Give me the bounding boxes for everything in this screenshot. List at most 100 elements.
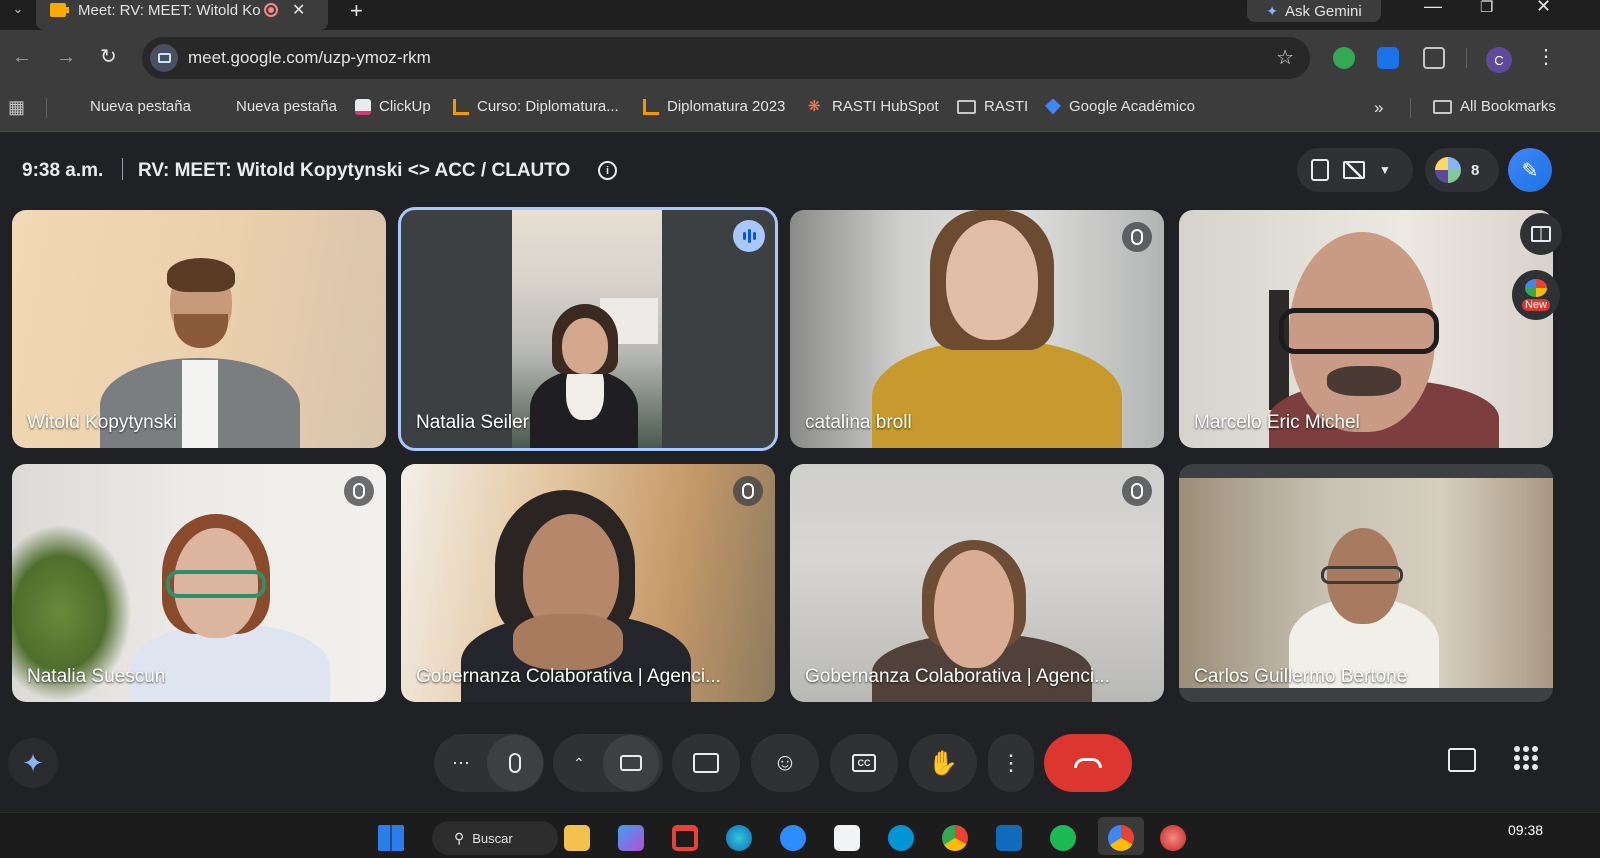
- meeting-info-icon[interactable]: i: [598, 161, 617, 180]
- window-close-icon[interactable]: ✕: [1536, 0, 1551, 17]
- calendar-app-icon[interactable]: [834, 825, 860, 851]
- bookmark-label: ClickUp: [379, 98, 431, 115]
- more-bookmarks-chevron-icon[interactable]: »: [1374, 98, 1383, 118]
- audio-control-group: ⋯: [434, 734, 544, 792]
- participant-tile[interactable]: Witold Kopytynski: [12, 210, 386, 448]
- participant-tile-speaking[interactable]: Natalia Seiler: [398, 207, 778, 451]
- emoji-smile-icon: ☺: [772, 749, 798, 776]
- participant-tile[interactable]: Natalia Suescun: [12, 464, 386, 702]
- site-info-icon[interactable]: [150, 44, 178, 72]
- tab-meet[interactable]: Meet: RV: MEET: Witold Kop ✕: [36, 0, 328, 30]
- video-figure: [513, 614, 623, 670]
- camera-button[interactable]: [602, 735, 659, 791]
- new-feature-button[interactable]: New: [1512, 270, 1560, 320]
- all-bookmarks-button[interactable]: All Bookmarks: [1433, 98, 1556, 115]
- activities-grid-icon[interactable]: [1514, 746, 1538, 770]
- hp-icon[interactable]: [888, 825, 914, 851]
- minimize-icon[interactable]: —: [1424, 0, 1442, 17]
- file-explorer-icon[interactable]: [564, 825, 590, 851]
- more-options-button[interactable]: ⋮: [988, 734, 1034, 792]
- participant-tile[interactable]: Gobernanza Colaborativa | Agenci...: [790, 464, 1164, 702]
- participant-tile[interactable]: Carlos Guillermo Bertone: [1179, 464, 1553, 702]
- outlook-icon[interactable]: [996, 825, 1022, 851]
- reactions-button[interactable]: ☺: [751, 734, 819, 792]
- tab-strip: ⌄ Meet: RV: MEET: Witold Kop ✕ + ✦ Ask G…: [0, 0, 1600, 30]
- bookmark-item[interactable]: Nueva pestaña: [212, 98, 337, 115]
- video-options-chevron-icon[interactable]: ⌃: [573, 755, 585, 772]
- bookmark-item[interactable]: ClickUp: [355, 98, 431, 115]
- present-screen-button[interactable]: [672, 734, 740, 792]
- url-text[interactable]: meet.google.com/uzp-ymoz-rkm: [188, 48, 431, 68]
- participant-tile[interactable]: catalina broll: [790, 210, 1164, 448]
- chat-extension-icon[interactable]: [1333, 47, 1355, 69]
- mic-off-icon: [1122, 476, 1152, 506]
- phone-extension-icon[interactable]: [1377, 47, 1399, 69]
- forward-arrow-icon[interactable]: →: [56, 46, 76, 68]
- restore-icon[interactable]: ❐: [1480, 0, 1493, 16]
- side-panel-button[interactable]: [1520, 213, 1562, 255]
- mic-off-icon: [344, 476, 374, 506]
- profile-avatar[interactable]: C: [1486, 47, 1512, 73]
- meet-ai-pen-button[interactable]: ✎: [1508, 148, 1552, 192]
- participant-tile[interactable]: Gobernanza Colaborativa | Agenci...: [401, 464, 775, 702]
- bookmarks-bar: ▦ Nueva pestaña Nueva pestaña ClickUp Cu…: [0, 86, 1600, 132]
- copilot-icon[interactable]: [618, 825, 644, 851]
- video-figure: [1327, 366, 1401, 396]
- captions-button[interactable]: CC: [830, 734, 898, 792]
- participant-name: Gobernanza Colaborativa | Agenci...: [805, 666, 1110, 687]
- zoom-icon[interactable]: [780, 825, 806, 851]
- taskbar-search[interactable]: ⚲ Buscar: [432, 821, 558, 855]
- participant-tile[interactable]: Marcelo Eric Michel: [1179, 210, 1553, 448]
- gemini-sparkle-icon: ✦: [22, 747, 44, 778]
- mic-off-icon: [733, 476, 763, 506]
- participant-count: 8: [1471, 161, 1480, 179]
- dropdown-caret-icon[interactable]: ▼: [1379, 163, 1391, 177]
- participant-name: Carlos Guillermo Bertone: [1194, 666, 1408, 687]
- reload-icon[interactable]: ↻: [100, 46, 117, 68]
- more-audio-options-icon[interactable]: ⋯: [452, 753, 471, 774]
- ask-gemini-button[interactable]: ✦ Ask Gemini: [1247, 0, 1381, 22]
- tab-close-icon[interactable]: ✕: [292, 0, 305, 20]
- chrome-icon[interactable]: [942, 825, 968, 851]
- video-figure: [1321, 566, 1403, 584]
- microphone-button[interactable]: [487, 735, 543, 791]
- raise-hand-button[interactable]: ✋: [909, 734, 977, 792]
- more-vertical-icon: ⋮: [1000, 750, 1022, 775]
- bookmark-item[interactable]: Curso: Diplomatura...: [453, 98, 619, 115]
- spotify-icon[interactable]: [1050, 825, 1076, 851]
- people-pill[interactable]: 8: [1425, 148, 1499, 192]
- windows-start-icon[interactable]: [378, 825, 404, 851]
- bookmark-item[interactable]: ❋ RASTI HubSpot: [808, 98, 939, 115]
- video-figure: [934, 550, 1014, 668]
- video-figure: [167, 258, 235, 292]
- bookmark-divider: [46, 98, 47, 118]
- bookmark-item[interactable]: Google Académico: [1045, 98, 1195, 115]
- video-figure: [1279, 308, 1439, 354]
- bookmark-star-icon[interactable]: ☆: [1276, 45, 1294, 70]
- leave-call-button[interactable]: [1044, 734, 1132, 792]
- chat-icon[interactable]: [1448, 748, 1476, 772]
- chrome-menu-icon[interactable]: ⋮: [1536, 46, 1556, 68]
- chrome-profile-icon[interactable]: [1108, 825, 1134, 851]
- notes-icon[interactable]: [1311, 159, 1329, 181]
- gemini-button[interactable]: ✦: [8, 738, 58, 788]
- host-controls-pill[interactable]: ▼: [1297, 148, 1413, 192]
- bookmark-item[interactable]: RASTI: [957, 98, 1028, 115]
- folder-icon: [957, 99, 976, 114]
- video-feed: [1179, 478, 1553, 688]
- participant-name: Gobernanza Colaborativa | Agenci...: [416, 666, 721, 687]
- bookmark-label: RASTI: [984, 98, 1029, 115]
- gmail-icon[interactable]: [672, 825, 698, 851]
- extensions-puzzle-icon[interactable]: [1423, 47, 1445, 69]
- bookmark-item[interactable]: Nueva pestaña: [66, 98, 191, 115]
- tab-search-chevron-icon[interactable]: ⌄: [6, 0, 30, 18]
- address-bar[interactable]: meet.google.com/uzp-ymoz-rkm ☆: [142, 37, 1310, 79]
- app-icon[interactable]: [1160, 825, 1186, 851]
- apps-grid-icon[interactable]: ▦: [8, 97, 25, 118]
- no-presentation-icon[interactable]: [1343, 161, 1365, 179]
- edge-icon[interactable]: [726, 825, 752, 851]
- new-tab-button[interactable]: +: [350, 0, 363, 24]
- back-arrow-icon[interactable]: ←: [12, 46, 32, 68]
- bookmark-label: Google Académico: [1069, 98, 1195, 115]
- bookmark-item[interactable]: Diplomatura 2023: [643, 98, 785, 115]
